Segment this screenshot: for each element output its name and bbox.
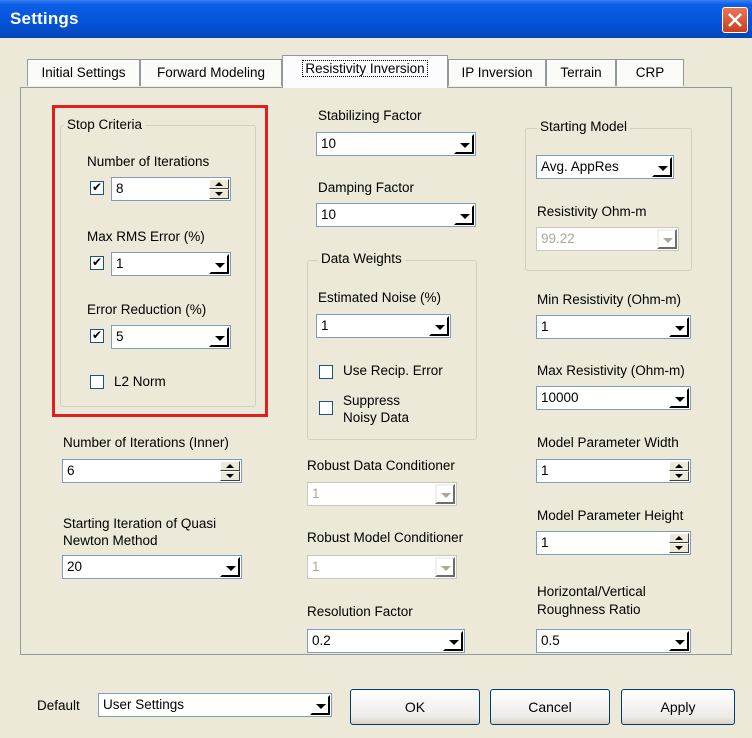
roughness-value: 0.5 (541, 633, 560, 648)
suppress-noisy-checkbox[interactable] (319, 401, 333, 415)
apply-button[interactable]: Apply (621, 689, 735, 725)
stabilizing-factor-value: 10 (321, 136, 337, 151)
default-label: Default (37, 698, 80, 713)
tab-terrain[interactable]: Terrain (546, 59, 616, 86)
param-height-spinner[interactable]: 1 (536, 531, 691, 555)
param-height-spin-buttons[interactable] (669, 533, 689, 553)
use-recip-error-label: Use Recip. Error (343, 363, 443, 378)
estimated-noise-dropdown[interactable]: 1 (316, 314, 451, 338)
starting-model-title: Starting Model (537, 119, 631, 134)
title-bar[interactable] (0, 0, 752, 38)
inner-iterations-value: 6 (67, 463, 75, 478)
chevron-down-icon[interactable] (669, 388, 689, 408)
close-icon (728, 13, 742, 27)
chevron-down-icon[interactable] (220, 557, 240, 577)
quasi-newton-label-2: Newton Method (63, 533, 158, 548)
tab-forward-modeling[interactable]: Forward Modeling (140, 59, 282, 86)
inner-iterations-label: Number of Iterations (Inner) (63, 435, 229, 450)
max-resistivity-label: Max Resistivity (Ohm-m) (537, 363, 685, 378)
suppress-noisy-label-1: Suppress (343, 393, 401, 408)
robust-model-label: Robust Model Conditioner (307, 530, 464, 545)
use-recip-error-checkbox[interactable] (319, 365, 333, 379)
robust-data-dropdown[interactable]: 1 (307, 482, 457, 506)
robust-model-value: 1 (312, 559, 320, 574)
estimated-noise-label: Estimated Noise (%) (318, 290, 442, 305)
robust-data-value: 1 (312, 486, 320, 501)
inner-iterations-spinner[interactable]: 6 (62, 459, 242, 483)
suppress-noisy-label-2: Noisy Data (343, 410, 410, 425)
window-title: Settings (10, 9, 79, 28)
tab-crp[interactable]: CRP (616, 59, 684, 86)
stabilizing-factor-dropdown[interactable]: 10 (316, 132, 476, 156)
chevron-down-icon[interactable] (435, 484, 455, 504)
roughness-label-2: Roughness Ratio (537, 602, 641, 617)
tab-initial-settings[interactable]: Initial Settings (27, 59, 140, 86)
damping-factor-value: 10 (321, 207, 337, 222)
chevron-down-icon[interactable] (669, 317, 689, 337)
min-resistivity-label: Min Resistivity (Ohm-m) (537, 292, 681, 307)
chevron-down-icon[interactable] (429, 316, 449, 336)
param-width-value: 1 (541, 463, 549, 478)
min-resistivity-value: 1 (541, 319, 549, 334)
chevron-down-icon[interactable] (669, 631, 689, 651)
data-weights-title: Data Weights (318, 251, 405, 266)
param-height-value: 1 (541, 535, 549, 550)
chevron-down-icon[interactable] (657, 229, 677, 249)
highlight-box (52, 105, 268, 417)
quasi-newton-label-1: Starting Iteration of Quasi (63, 516, 217, 531)
cancel-button[interactable]: Cancel (490, 689, 610, 725)
max-resistivity-value: 10000 (541, 390, 579, 405)
max-resistivity-dropdown[interactable]: 10000 (536, 386, 691, 410)
starting-model-value: Avg. AppRes (541, 159, 619, 174)
chevron-down-icon[interactable] (652, 157, 672, 177)
roughness-label-1: Horizontal/Vertical (537, 584, 646, 599)
param-height-label: Model Parameter Height (537, 508, 684, 523)
ok-button[interactable]: OK (350, 689, 480, 725)
inner-iterations-spin-buttons[interactable] (220, 461, 240, 481)
tab-resistivity-inversion[interactable]: Resistivity Inversion (282, 55, 448, 88)
param-width-label: Model Parameter Width (537, 435, 679, 450)
damping-factor-dropdown[interactable]: 10 (316, 203, 476, 227)
tab-ip-inversion[interactable]: IP Inversion (448, 59, 546, 86)
estimated-noise-value: 1 (321, 318, 329, 333)
default-value: User Settings (103, 697, 185, 712)
quasi-newton-dropdown[interactable]: 20 (62, 555, 242, 579)
chevron-down-icon[interactable] (443, 631, 463, 651)
chevron-down-icon[interactable] (435, 557, 455, 577)
chevron-down-icon[interactable] (454, 134, 474, 154)
damping-factor-label: Damping Factor (318, 180, 415, 195)
robust-model-dropdown[interactable]: 1 (307, 555, 457, 579)
robust-data-label: Robust Data Conditioner (307, 458, 455, 473)
min-resistivity-dropdown[interactable]: 1 (536, 315, 691, 339)
resolution-factor-dropdown[interactable]: 0.2 (307, 629, 465, 653)
stabilizing-factor-label: Stabilizing Factor (318, 108, 422, 123)
starting-model-dropdown[interactable]: Avg. AppRes (536, 155, 674, 179)
resistivity-ohm-label: Resistivity Ohm-m (537, 204, 647, 219)
chevron-down-icon[interactable] (310, 695, 330, 715)
param-width-spin-buttons[interactable] (669, 461, 689, 481)
resistivity-ohm-value: 99.22 (541, 231, 575, 246)
close-button[interactable] (722, 7, 748, 33)
resolution-factor-label: Resolution Factor (307, 604, 413, 619)
resistivity-ohm-dropdown[interactable]: 99.22 (536, 227, 679, 251)
resolution-factor-value: 0.2 (312, 633, 331, 648)
default-dropdown[interactable]: User Settings (98, 693, 332, 717)
chevron-down-icon[interactable] (454, 205, 474, 225)
param-width-spinner[interactable]: 1 (536, 459, 691, 483)
roughness-dropdown[interactable]: 0.5 (536, 629, 691, 653)
quasi-newton-value: 20 (67, 559, 83, 574)
